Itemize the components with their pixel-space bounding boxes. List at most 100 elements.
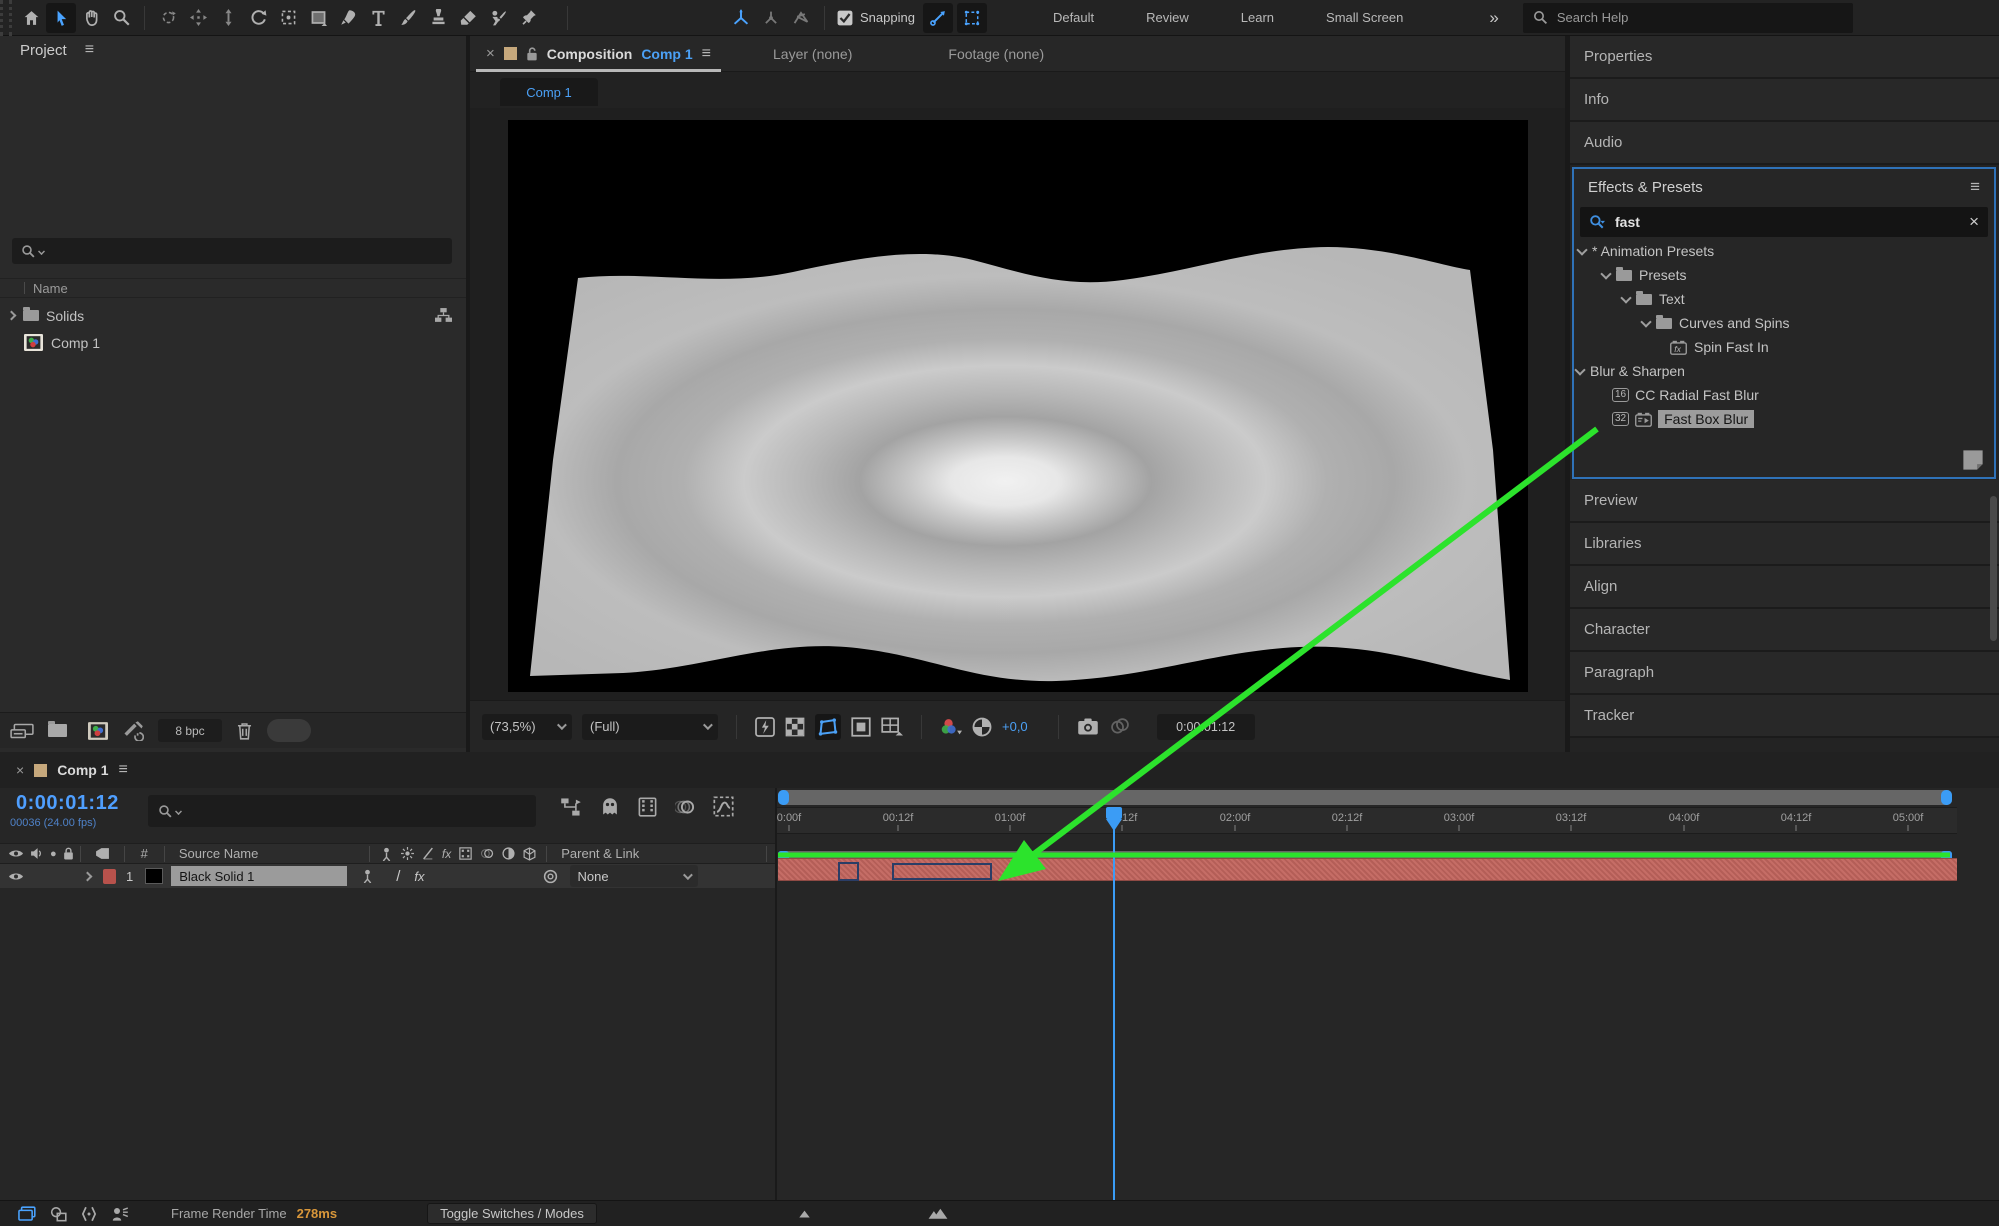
tab-layer[interactable]: Layer (none) [725,46,900,62]
help-search-well[interactable] [1523,3,1853,33]
panel-properties[interactable]: Properties [1570,36,1999,79]
layer-duration-bar[interactable] [778,858,1957,881]
tree-item-curves-and-spins[interactable]: Curves and Spins [1574,311,1994,335]
tree-item-fast-box-blur[interactable]: 32 Fast Box Blur [1574,407,1994,431]
hand-tool-icon[interactable] [76,3,106,33]
layer-fx-switch[interactable]: fx [414,869,424,884]
playhead-marker-icon[interactable] [1105,807,1123,835]
roto-brush-tool-icon[interactable] [483,3,513,33]
twirl-down-icon[interactable] [1576,244,1587,255]
snapping-toggle[interactable]: Snapping [837,10,915,26]
layer-quality-switch[interactable]: / [396,868,400,885]
project-panel-menu-icon[interactable]: ≡ [85,41,94,59]
dolly-camera-tool-icon[interactable] [213,3,243,33]
fast-previews-icon[interactable] [755,717,775,737]
project-row-solids[interactable]: Solids [0,302,466,329]
local-axis-mode-icon[interactable] [726,3,756,33]
snap-option-1-icon[interactable] [923,3,953,33]
snapping-checkbox-icon[interactable] [837,10,853,26]
close-icon[interactable]: × [486,45,495,62]
tree-item-presets[interactable]: Presets [1574,263,1994,287]
parent-link-column-header[interactable]: Parent & Link [561,846,639,861]
new-composition-icon[interactable] [88,722,108,740]
bit-depth-button[interactable]: 8 bpc [158,719,222,742]
panel-menu-icon[interactable]: ≡ [702,45,711,63]
expand-in-out-icon[interactable] [81,1206,97,1222]
region-of-interest-icon[interactable] [851,717,871,737]
tree-item-text[interactable]: Text [1574,287,1994,311]
tree-item-animation-presets[interactable]: * Animation Presets [1574,239,1994,263]
panel-libraries[interactable]: Libraries [1570,523,1999,566]
disclosure-chevron-icon[interactable] [7,311,17,321]
source-name-column-header[interactable]: Source Name [179,846,355,861]
panel-align[interactable]: Align [1570,566,1999,609]
type-tool-icon[interactable] [363,3,393,33]
tree-item-cc-radial-fast-blur[interactable]: 16 CC Radial Fast Blur [1574,383,1994,407]
orbit-camera-tool-icon[interactable] [153,3,183,33]
clone-stamp-tool-icon[interactable] [423,3,453,33]
selection-tool-icon[interactable] [46,3,76,33]
new-custom-panel-icon[interactable] [1962,449,1984,471]
toolbar-grip[interactable] [0,0,12,36]
snapshot-camera-icon[interactable] [1077,717,1099,736]
pan-camera-tool-icon[interactable] [183,3,213,33]
zoom-out-mountain-icon[interactable] [797,1208,812,1219]
toggle-switches-modes-button[interactable]: Toggle Switches / Modes [427,1203,597,1224]
navigator-start-handle[interactable] [778,790,789,805]
eraser-tool-icon[interactable] [453,3,483,33]
panel-menu-icon[interactable]: ≡ [119,761,128,779]
panel-audio[interactable]: Audio [1570,122,1999,165]
channel-color-icon[interactable] [940,717,962,737]
graph-editor-icon[interactable] [713,796,734,817]
workspace-learn[interactable]: Learn [1215,10,1300,25]
workspace-review[interactable]: Review [1120,10,1215,25]
timeline-search-well[interactable] [148,795,536,827]
transparency-grid-icon[interactable] [785,717,805,737]
playhead[interactable] [1105,807,1123,1207]
current-time-display[interactable]: 0:00:01:12 [16,792,119,815]
world-axis-mode-icon[interactable] [756,3,786,33]
help-search-input[interactable] [1557,10,1817,25]
rotation-tool-icon[interactable] [243,3,273,33]
project-settings-icon[interactable] [122,721,144,741]
unlock-icon[interactable] [526,47,538,61]
motion-blur-icon[interactable] [675,797,695,817]
tab-composition[interactable]: × Composition Comp 1 ≡ [470,36,725,72]
workspace-overflow-chevrons[interactable]: » [1429,8,1522,28]
twirl-down-icon[interactable] [1640,316,1651,327]
panel-preview[interactable]: Preview [1570,480,1999,523]
twirl-down-icon[interactable] [1620,292,1631,303]
workspace-default[interactable]: Default [1027,10,1120,25]
time-ruler[interactable]: 0:00f 00:12f 01:00f 01:12f 02:00f 02:12f… [775,807,1957,834]
view-axis-mode-icon[interactable] [786,3,816,33]
zoom-in-mountain-icon[interactable] [928,1207,948,1220]
panel-info[interactable]: Info [1570,79,1999,122]
pan-behind-tool-icon[interactable] [273,3,303,33]
project-name-column-header[interactable]: Name [33,281,68,296]
project-search-well[interactable] [12,238,452,264]
layer-name-cell[interactable]: Black Solid 1 [171,866,347,886]
panel-tracker[interactable]: Tracker [1570,695,1999,738]
panel-paragraph[interactable]: Paragraph [1570,652,1999,695]
exposure-value[interactable]: +0,0 [1002,719,1028,734]
grid-guides-icon[interactable] [881,717,903,737]
workspace-small-screen[interactable]: Small Screen [1300,10,1429,25]
rectangle-tool-icon[interactable] [303,3,333,33]
draft-3d-icon[interactable] [600,797,620,817]
viewer-timecode-well[interactable]: 0:00:01:12 [1157,714,1255,740]
tree-item-spin-fast-in[interactable]: fx Spin Fast In [1574,335,1994,359]
trash-icon[interactable] [236,721,253,740]
composition-canvas[interactable] [508,120,1528,692]
resolution-dropdown[interactable]: (Full) [582,714,718,740]
comp-name-tab[interactable]: Comp 1 [500,78,598,106]
brush-tool-icon[interactable] [393,3,423,33]
new-folder-icon[interactable] [48,724,67,737]
project-row-comp1[interactable]: Comp 1 [0,329,466,356]
parent-pickwhip-icon[interactable] [543,869,558,884]
twirl-down-icon[interactable] [1574,364,1585,375]
twirl-down-icon[interactable] [1600,268,1611,279]
exposure-icon[interactable] [972,717,992,737]
time-navigator-bar[interactable] [778,790,1952,805]
project-panel-title[interactable]: Project [20,42,67,59]
timeline-pane-divider[interactable] [775,788,777,1200]
